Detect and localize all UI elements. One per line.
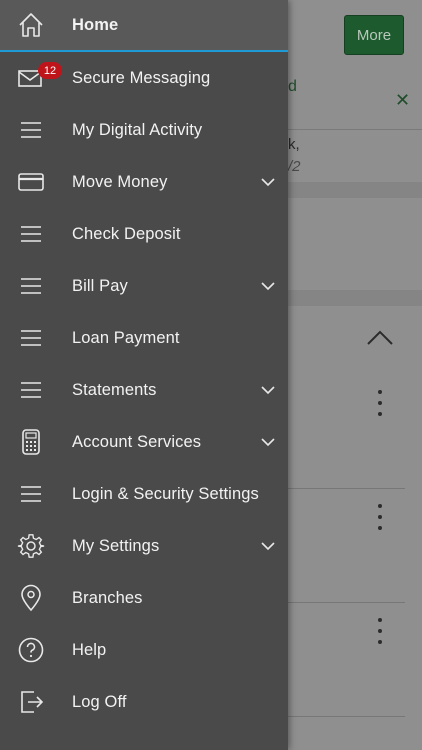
hamburger-icon <box>17 272 45 300</box>
navigation-drawer: Home Secure Messaging 12 My Digital Acti… <box>0 0 288 750</box>
card-icon <box>17 168 45 196</box>
menu-item-login-security-settings[interactable]: Login & Security Settings <box>0 468 288 520</box>
hamburger-icon <box>17 376 45 404</box>
menu-item-label: Help <box>72 640 107 659</box>
chevron-down-icon <box>261 282 275 291</box>
more-button[interactable]: More <box>344 15 404 55</box>
menu-item-my-settings[interactable]: My Settings <box>0 520 288 572</box>
chevron-down-icon <box>261 438 275 447</box>
home-icon <box>17 11 45 39</box>
row-divider <box>288 716 405 717</box>
menu-item-label: Check Deposit <box>72 224 181 243</box>
menu-item-check-deposit[interactable]: Check Deposit <box>0 208 288 260</box>
chevron-down-icon <box>261 542 275 551</box>
menu-item-label: Login & Security Settings <box>72 484 259 503</box>
background-text-line2: /2 <box>288 158 301 175</box>
menu-item-label: My Digital Activity <box>72 120 203 139</box>
logout-icon <box>17 688 45 716</box>
hamburger-icon <box>17 220 45 248</box>
menu-item-label: Branches <box>72 588 143 607</box>
unread-count-badge: 12 <box>38 62 62 79</box>
menu-item-help[interactable]: Help <box>0 624 288 676</box>
chevron-up-icon[interactable] <box>366 328 394 346</box>
close-icon[interactable]: ✕ <box>395 90 410 111</box>
menu-item-move-money[interactable]: Move Money <box>0 156 288 208</box>
menu-item-my-digital-activity[interactable]: My Digital Activity <box>0 104 288 156</box>
menu-item-label: My Settings <box>72 536 160 555</box>
menu-item-branches[interactable]: Branches <box>0 572 288 624</box>
menu-item-log-off[interactable]: Log Off <box>0 676 288 728</box>
hamburger-icon <box>17 324 45 352</box>
kebab-menu-icon[interactable] <box>376 390 384 416</box>
menu-item-statements[interactable]: Statements <box>0 364 288 416</box>
menu-item-home[interactable]: Home <box>0 0 288 52</box>
help-icon <box>17 636 45 664</box>
notice-text-fragment: d <box>288 78 297 95</box>
menu-item-label: Bill Pay <box>72 276 128 295</box>
location-pin-icon <box>17 584 45 612</box>
chevron-down-icon <box>261 386 275 395</box>
chevron-down-icon <box>261 178 275 187</box>
calculator-icon <box>17 428 45 456</box>
row-divider <box>288 488 405 489</box>
background-text-line1: k, <box>288 136 300 153</box>
menu-item-account-services[interactable]: Account Services <box>0 416 288 468</box>
menu-item-label: Log Off <box>72 692 127 711</box>
menu-item-bill-pay[interactable]: Bill Pay <box>0 260 288 312</box>
row-divider <box>288 602 405 603</box>
menu-item-loan-payment[interactable]: Loan Payment <box>0 312 288 364</box>
menu-item-label: Home <box>72 15 119 34</box>
menu-item-label: Account Services <box>72 432 202 451</box>
hamburger-icon <box>17 116 45 144</box>
menu-item-label: Move Money <box>72 172 168 191</box>
menu-item-label: Loan Payment <box>72 328 180 347</box>
gear-icon <box>17 532 45 560</box>
kebab-menu-icon[interactable] <box>376 618 384 644</box>
kebab-menu-icon[interactable] <box>376 504 384 530</box>
hamburger-icon <box>17 480 45 508</box>
menu-item-label: Statements <box>72 380 157 399</box>
menu-item-label: Secure Messaging <box>72 68 211 87</box>
